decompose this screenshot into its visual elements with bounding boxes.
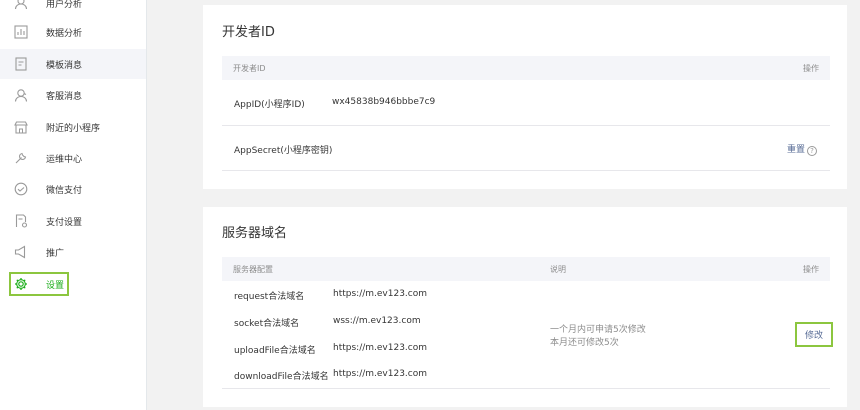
description-line-2: 本月还可修改5次 bbox=[550, 338, 619, 348]
sidebar-item-template-message[interactable]: 模板消息 bbox=[0, 49, 146, 79]
template-doc-icon bbox=[14, 57, 28, 71]
server-domain-panel: 服务器域名 服务器配置 说明 操作 request合法域名 https://m.… bbox=[203, 207, 847, 407]
edit-button[interactable]: 修改 bbox=[795, 322, 833, 347]
panel-title: 服务器域名 bbox=[222, 226, 288, 241]
sidebar: 用户分析 数据分析 模板消息 客服消息 附近的小程序 运维中心 微信支付 支付设… bbox=[0, 0, 147, 410]
table-header: 开发者ID 操作 bbox=[222, 56, 830, 80]
domain-row-label: downloadFile合法域名 bbox=[234, 372, 329, 382]
description-line-1: 一个月内可申请5次修改 bbox=[550, 325, 646, 335]
domain-row-label: uploadFile合法域名 bbox=[234, 346, 316, 356]
row-divider bbox=[222, 125, 830, 126]
header-action: 操作 bbox=[803, 64, 819, 73]
domain-row-label: request合法域名 bbox=[234, 292, 305, 302]
header-action: 操作 bbox=[803, 265, 819, 274]
domain-row-value: wss://m.ev123.com bbox=[333, 316, 421, 326]
sidebar-item-promotion[interactable]: 推广 bbox=[0, 237, 146, 267]
sidebar-item-label: 用户分析 bbox=[46, 0, 83, 10]
sidebar-item-label: 微信支付 bbox=[46, 185, 83, 196]
bar-chart-icon bbox=[14, 25, 28, 39]
megaphone-icon bbox=[14, 245, 28, 259]
row-divider bbox=[222, 170, 830, 171]
sidebar-item-settings[interactable]: 设置 bbox=[0, 269, 146, 299]
sidebar-item-wechat-pay[interactable]: 微信支付 bbox=[0, 174, 146, 204]
sidebar-item-label: 设置 bbox=[46, 280, 65, 291]
domain-row-value: https://m.ev123.com bbox=[333, 289, 428, 299]
appid-value: wx45838b946bbbe7c9 bbox=[332, 97, 436, 107]
header-developer-id: 开发者ID bbox=[233, 64, 266, 73]
sidebar-item-data-analysis[interactable]: 数据分析 bbox=[0, 17, 146, 47]
table-header: 服务器配置 说明 操作 bbox=[222, 257, 830, 281]
gear-icon bbox=[14, 277, 28, 291]
user-icon bbox=[14, 0, 28, 10]
sidebar-item-label: 附近的小程序 bbox=[46, 123, 101, 134]
sidebar-item-nearby-miniprogram[interactable]: 附近的小程序 bbox=[0, 112, 146, 142]
reset-link[interactable]: 重置? bbox=[787, 142, 818, 156]
header-server-config: 服务器配置 bbox=[233, 265, 273, 274]
sidebar-item-label: 推广 bbox=[46, 248, 65, 259]
store-icon bbox=[14, 120, 28, 134]
sidebar-item-label: 模板消息 bbox=[46, 60, 83, 71]
domain-row-label: socket合法域名 bbox=[234, 319, 300, 329]
sidebar-item-payment-settings[interactable]: 支付设置 bbox=[0, 206, 146, 236]
panel-title: 开发者ID bbox=[222, 25, 275, 40]
domain-row-value: https://m.ev123.com bbox=[333, 369, 428, 379]
check-circle-icon bbox=[14, 182, 28, 196]
appsecret-label: AppSecret(小程序密钥) bbox=[234, 146, 333, 156]
appid-label: AppID(小程序ID) bbox=[234, 100, 305, 110]
domain-row-value: https://m.ev123.com bbox=[333, 343, 428, 353]
help-icon[interactable]: ? bbox=[807, 146, 818, 156]
row-divider bbox=[222, 388, 830, 389]
header-description: 说明 bbox=[550, 265, 566, 274]
developer-id-panel: 开发者ID 开发者ID 操作 AppID(小程序ID) wx45838b946b… bbox=[203, 5, 847, 189]
sidebar-item-ops-center[interactable]: 运维中心 bbox=[0, 143, 146, 173]
sidebar-item-label: 支付设置 bbox=[46, 217, 83, 228]
payment-settings-icon bbox=[14, 214, 28, 228]
customer-service-icon bbox=[14, 88, 28, 102]
sidebar-item-user-analysis[interactable]: 用户分析 bbox=[0, 0, 146, 18]
reset-label[interactable]: 重置 bbox=[787, 145, 805, 155]
wrench-icon bbox=[14, 151, 28, 165]
sidebar-item-label: 运维中心 bbox=[46, 154, 83, 165]
sidebar-item-label: 客服消息 bbox=[46, 91, 83, 102]
sidebar-item-customer-service[interactable]: 客服消息 bbox=[0, 80, 146, 110]
sidebar-item-label: 数据分析 bbox=[46, 28, 83, 39]
